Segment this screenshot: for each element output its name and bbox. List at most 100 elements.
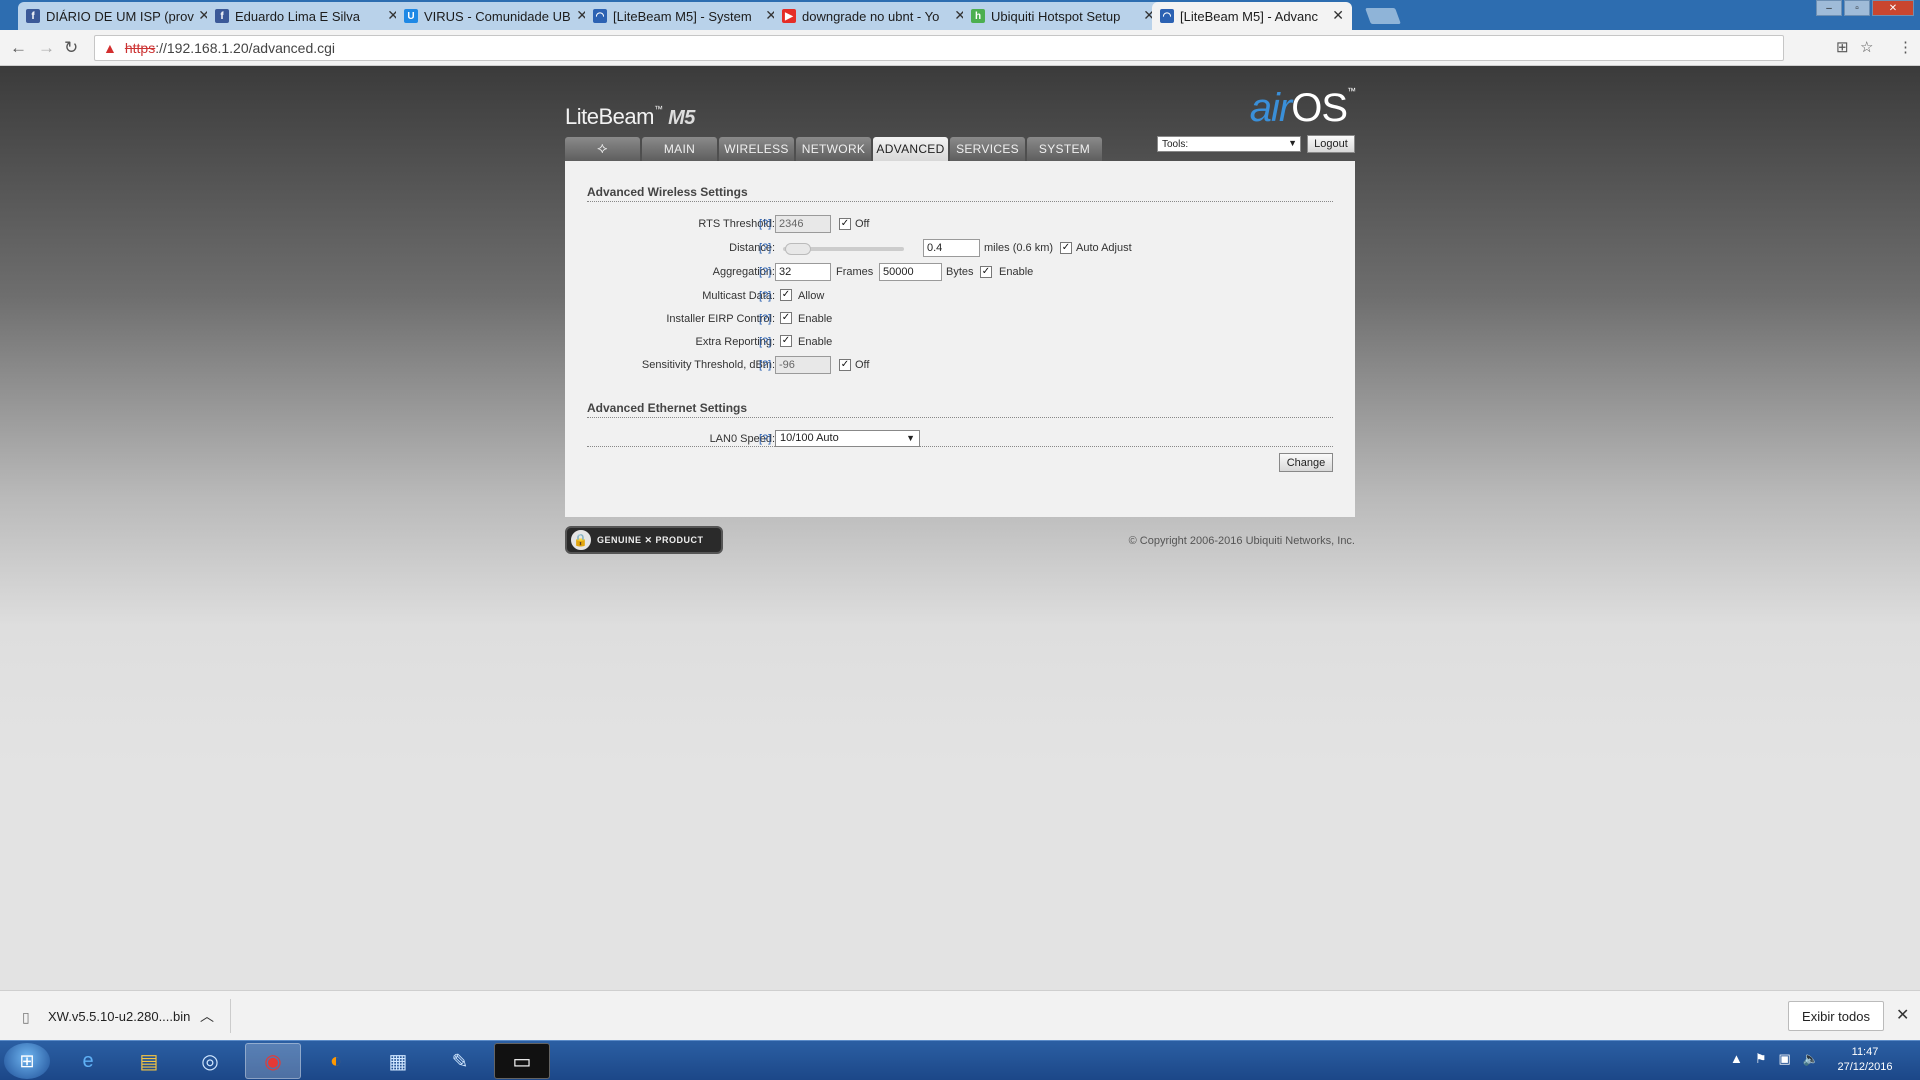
download-filename[interactable]: XW.v5.5.10-u2.280....bin <box>48 1009 190 1024</box>
checkbox-label: Off <box>855 359 870 371</box>
control-panel-icon[interactable]: ▦ <box>370 1043 426 1079</box>
chevron-up-icon[interactable]: ︿ <box>200 1006 214 1026</box>
browser-tab-1[interactable]: f DIÁRIO DE UM ISP (prov ✕ <box>18 2 218 30</box>
sensitivity-off-checkbox[interactable]: ✓ <box>839 359 851 371</box>
browser-tab-2[interactable]: f Eduardo Lima E Silva ✕ <box>207 2 407 30</box>
file-icon: ▯ <box>22 1009 30 1025</box>
help-link[interactable]: [?] <box>759 290 771 302</box>
browser-tab-6[interactable]: h Ubiquiti Hotspot Setup ✕ <box>963 2 1163 30</box>
logout-button[interactable]: Logout <box>1307 135 1355 153</box>
airos-logo-air: air <box>1249 86 1292 130</box>
tools-select-label: Tools: <box>1162 138 1189 150</box>
taskbar-clock[interactable]: 11:47 27/12/2016 <box>1835 1045 1895 1075</box>
security-warning-icon[interactable]: ▲ <box>103 40 117 56</box>
rts-threshold-input[interactable]: 2346 <box>775 215 831 233</box>
auto-adjust-checkbox[interactable]: ✓ <box>1060 242 1072 254</box>
show-hidden-icons-icon[interactable]: ▲ <box>1730 1051 1743 1067</box>
start-button[interactable]: ⊞ <box>4 1043 50 1079</box>
facebook-icon: f <box>215 9 229 23</box>
tab-services[interactable]: SERVICES <box>950 137 1025 161</box>
checkbox-label: Off <box>855 218 870 230</box>
paint-icon[interactable]: ✎ <box>432 1043 488 1079</box>
tab-advanced[interactable]: ADVANCED <box>873 137 948 161</box>
slider-handle[interactable] <box>785 243 811 255</box>
skype-icon[interactable]: ◎ <box>182 1043 238 1079</box>
url-text: ://192.168.1.20/advanced.cgi <box>155 40 336 56</box>
tab-title: Eduardo Lima E Silva <box>235 8 361 24</box>
file-explorer-icon[interactable]: ▤ <box>121 1043 177 1079</box>
field-label: Sensitivity Threshold, dBm: <box>641 359 775 371</box>
tools-select[interactable]: Tools: ▼ <box>1157 136 1301 152</box>
eirp-enable-checkbox[interactable]: ✓ <box>780 312 792 324</box>
browser-toolbar: ← → ↻ ▲ https ://192.168.1.20/advanced.c… <box>0 30 1920 66</box>
aggregation-enable-checkbox[interactable]: ✓ <box>980 266 992 278</box>
tab-main[interactable]: MAIN <box>642 137 717 161</box>
multicast-data-row: Multicast Data: [?] ✓ Allow <box>565 287 1355 307</box>
minimize-button[interactable]: – <box>1816 0 1842 16</box>
help-link[interactable]: [?] <box>759 336 771 348</box>
volume-icon[interactable]: 🔈 <box>1803 1051 1819 1067</box>
maximize-button[interactable]: ▫ <box>1844 0 1870 16</box>
internet-explorer-icon[interactable]: e <box>60 1043 116 1079</box>
firefox-icon[interactable]: ◐ <box>308 1043 364 1079</box>
aggregation-bytes-input[interactable]: 50000 <box>879 263 942 281</box>
lan0-speed-row: LAN0 Speed: [?] 10/100 Auto ▼ <box>565 430 1355 450</box>
action-center-flag-icon[interactable]: ⚑ <box>1755 1051 1767 1067</box>
address-bar[interactable]: ▲ https ://192.168.1.20/advanced.cgi <box>94 35 1784 61</box>
tab-title: Ubiquiti Hotspot Setup <box>991 8 1121 24</box>
network-icon[interactable]: ▣ <box>1779 1051 1791 1067</box>
checkbox-label: Allow <box>798 290 825 302</box>
airos-logo-os: OS <box>1291 86 1348 130</box>
browser-tab-3[interactable]: U VIRUS - Comunidade UB ✕ <box>396 2 596 30</box>
back-arrow-icon[interactable]: ← <box>10 38 27 58</box>
tab-title: VIRUS - Comunidade UB <box>424 8 571 24</box>
bytes-label: Bytes <box>946 266 974 278</box>
help-link[interactable]: [?] <box>759 242 771 254</box>
browser-menu-icon[interactable]: ⋮ <box>1898 38 1913 56</box>
forward-arrow-icon[interactable]: → <box>38 38 55 58</box>
tab-wireless[interactable]: WIRELESS <box>719 137 794 161</box>
tab-system[interactable]: SYSTEM <box>1027 137 1102 161</box>
tab-network[interactable]: NETWORK <box>796 137 871 161</box>
lan0-speed-select[interactable]: 10/100 Auto ▼ <box>775 430 920 447</box>
browser-tab-5[interactable]: ▶ downgrade no ubnt - Yo ✕ <box>774 2 974 30</box>
new-tab-button[interactable] <box>1365 8 1401 24</box>
extra-reporting-row: Extra Reporting: [?] ✓ Enable <box>565 333 1355 353</box>
browser-tab-7-active[interactable]: ◠ [LiteBeam M5] - Advanc ✕ <box>1152 2 1352 30</box>
select-value: 10/100 Auto <box>780 432 839 444</box>
help-link[interactable]: [?] <box>759 433 771 445</box>
help-link[interactable]: [?] <box>759 359 771 371</box>
aggregation-row: Aggregation: [?] 32 Frames 50000 Bytes ✓… <box>565 263 1355 283</box>
facebook-icon: f <box>26 9 40 23</box>
sensitivity-threshold-input[interactable]: -96 <box>775 356 831 374</box>
help-link[interactable]: [?] <box>759 313 771 325</box>
close-icon[interactable]: ✕ <box>1332 7 1344 24</box>
aggregation-frames-input[interactable]: 32 <box>775 263 831 281</box>
browser-tab-strip: f DIÁRIO DE UM ISP (prov ✕ f Eduardo Lim… <box>0 0 1920 30</box>
help-link[interactable]: [?] <box>759 266 771 278</box>
show-all-downloads-button[interactable]: Exibir todos <box>1788 1001 1884 1031</box>
product-logo: LiteBeam™ M5 <box>565 104 695 130</box>
window-close-button[interactable]: ✕ <box>1872 0 1914 16</box>
rts-off-checkbox[interactable]: ✓ <box>839 218 851 230</box>
chrome-icon[interactable]: ◉ <box>245 1043 301 1079</box>
browser-tab-4[interactable]: ◠ [LiteBeam M5] - System ✕ <box>585 2 785 30</box>
window-controls: – ▫ ✕ <box>1816 0 1914 16</box>
reload-icon[interactable]: ↻ <box>64 38 78 58</box>
distance-input[interactable]: 0.4 <box>923 239 980 257</box>
tab-ubiquiti-logo[interactable]: ⟡ <box>565 137 640 161</box>
brand-name: LiteBeam <box>565 104 654 129</box>
close-icon[interactable]: ✕ <box>1896 1005 1909 1025</box>
settings-panel: Advanced Wireless Settings RTS Threshold… <box>565 161 1355 517</box>
help-link[interactable]: [?] <box>759 218 771 230</box>
tab-title: [LiteBeam M5] - System <box>613 8 752 24</box>
extra-reporting-checkbox[interactable]: ✓ <box>780 335 792 347</box>
distance-slider[interactable] <box>783 243 904 255</box>
command-prompt-icon[interactable]: ▭ <box>494 1043 550 1079</box>
translate-icon[interactable]: ⊞ <box>1836 38 1849 56</box>
bookmark-star-icon[interactable]: ☆ <box>1860 38 1873 56</box>
change-button[interactable]: Change <box>1279 453 1333 472</box>
divider <box>587 446 1333 447</box>
multicast-allow-checkbox[interactable]: ✓ <box>780 289 792 301</box>
checkbox-label: Enable <box>798 313 833 325</box>
